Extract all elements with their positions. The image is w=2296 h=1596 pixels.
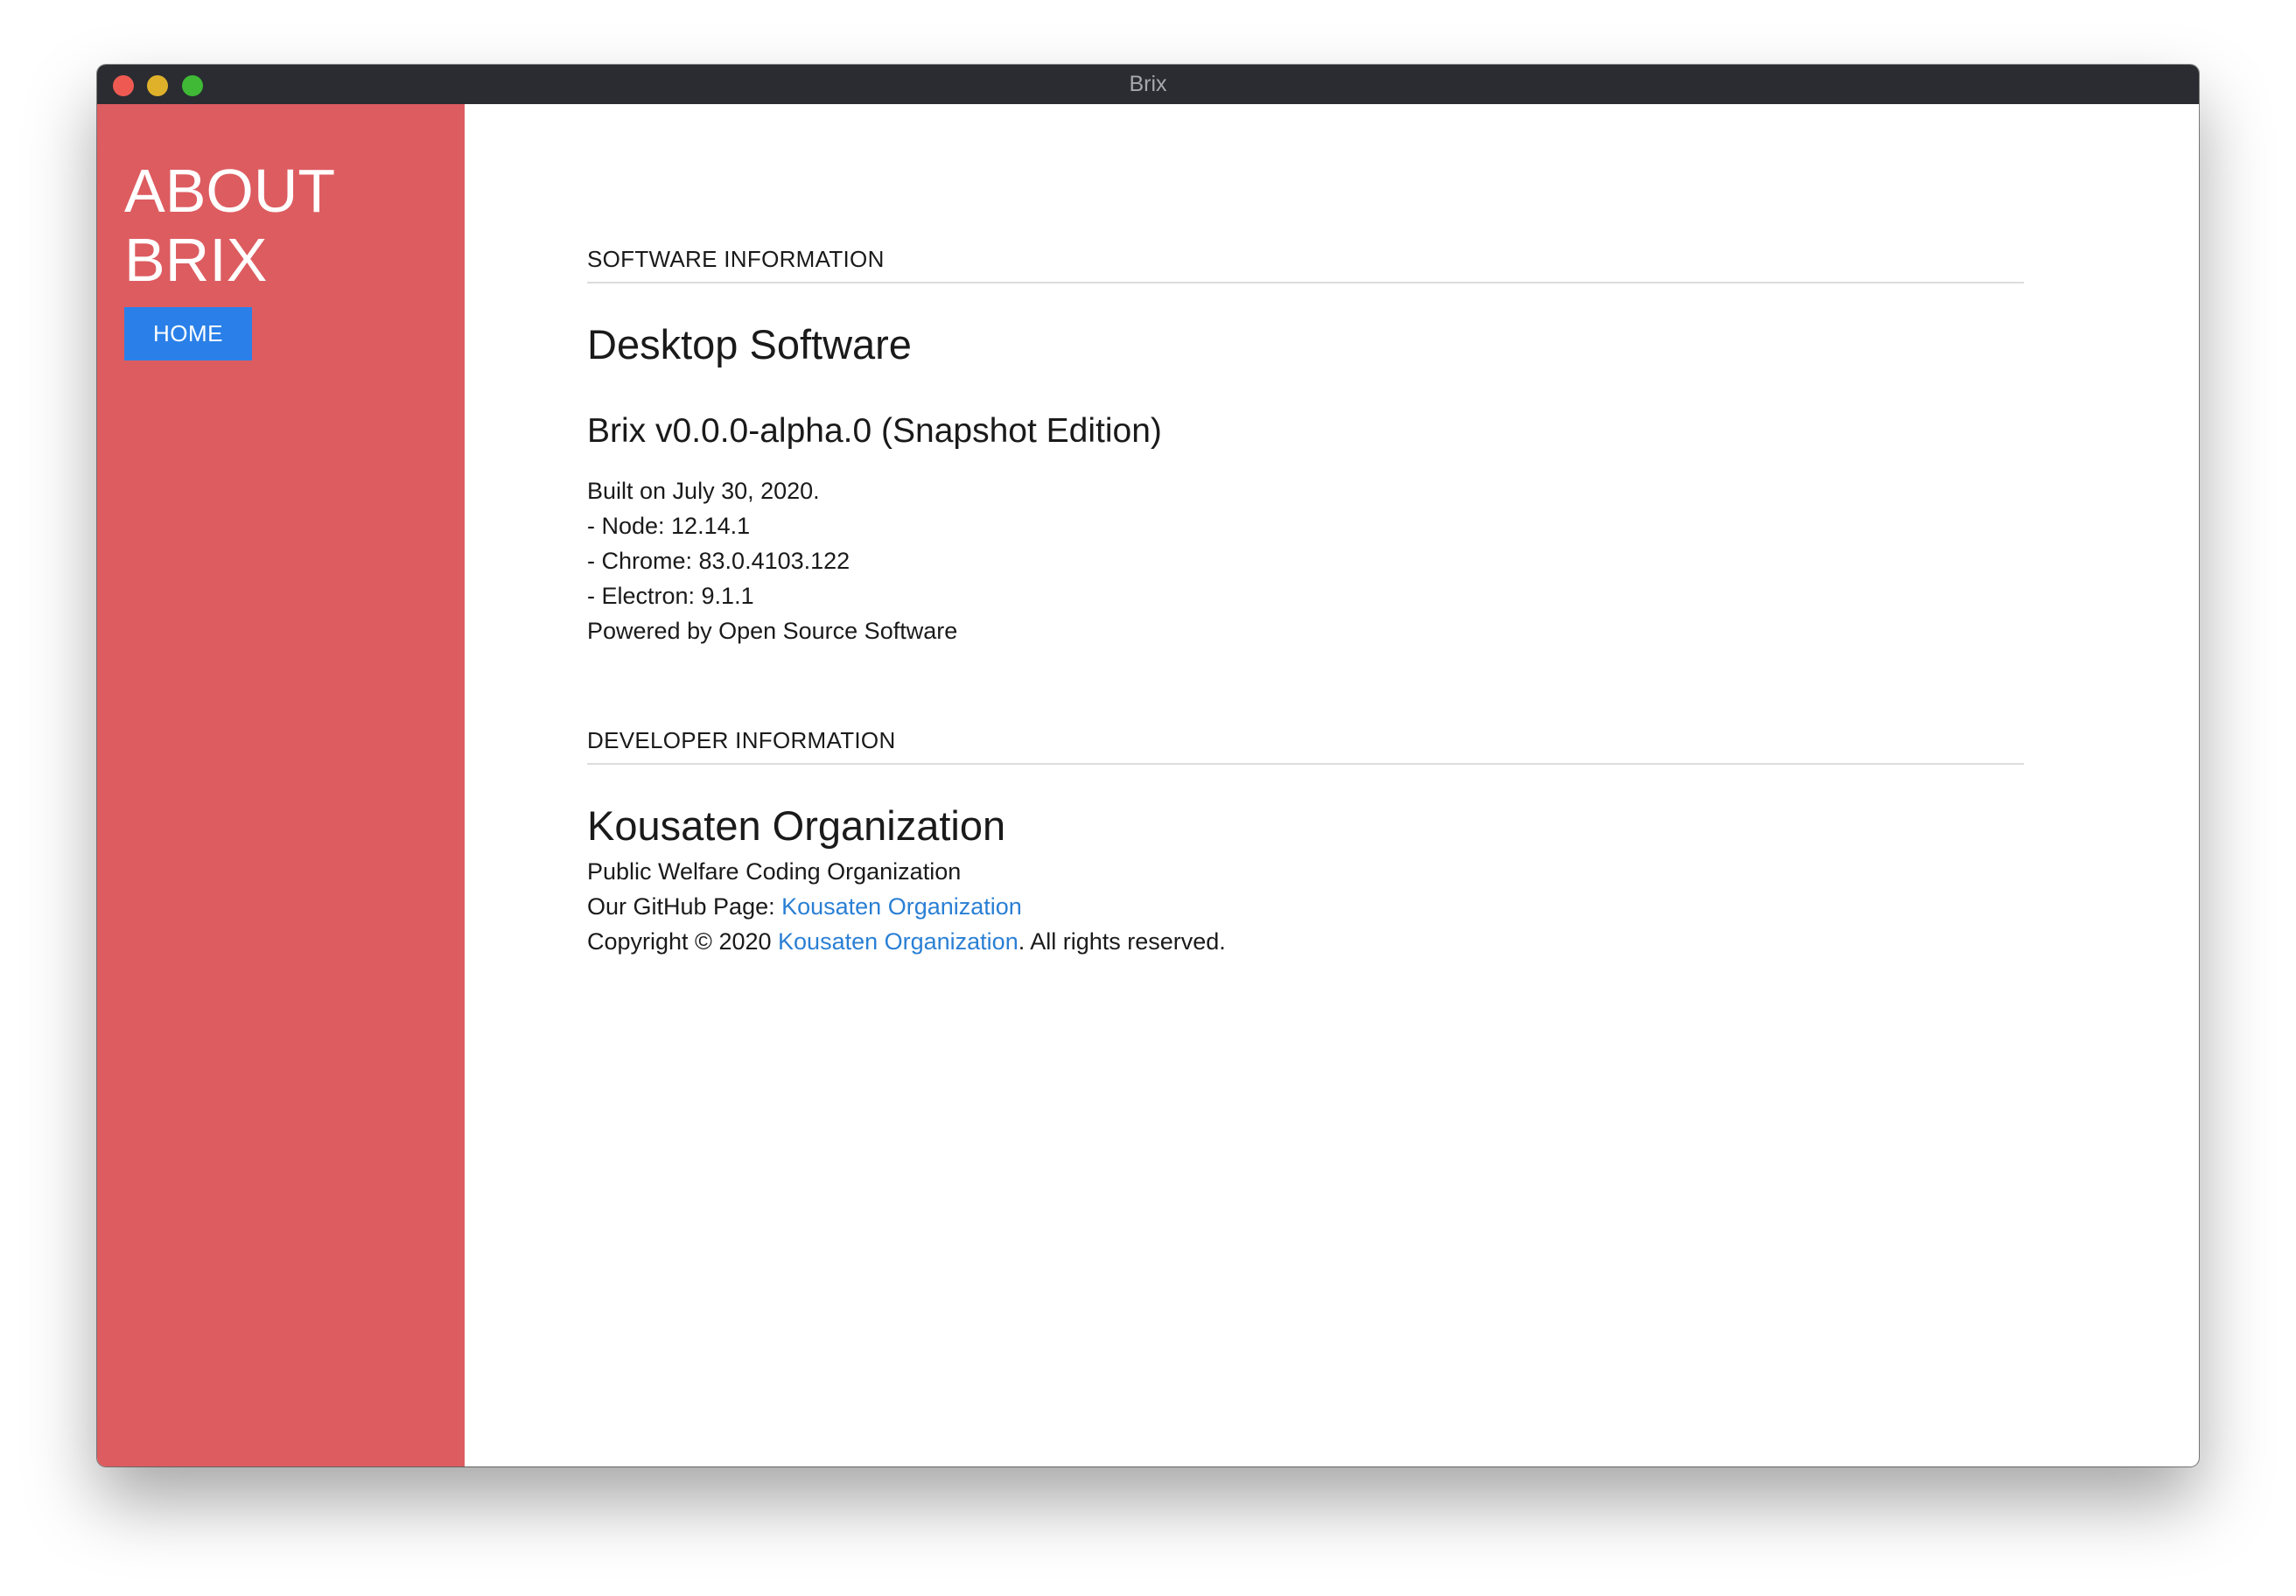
electron-version-text: - Electron: 9.1.1 xyxy=(587,583,754,609)
sidebar: ABOUT BRIX HOME xyxy=(97,104,465,1466)
sidebar-title-line-1: ABOUT xyxy=(124,157,336,225)
software-section-heading: SOFTWARE INFORMATION xyxy=(587,246,2024,284)
github-page-link[interactable]: Kousaten Organization xyxy=(781,893,1022,920)
node-version-text: - Node: 12.14.1 xyxy=(587,513,751,539)
github-page-prefix: Our GitHub Page: xyxy=(587,893,782,920)
copyright-suffix: . All rights reserved. xyxy=(1018,928,1226,955)
powered-by-text: Powered by Open Source Software xyxy=(587,618,958,644)
built-on-text: Built on July 30, 2020. xyxy=(587,478,820,504)
github-page-line: Our GitHub Page: Kousaten Organization xyxy=(587,893,1022,920)
sidebar-title: ABOUT BRIX xyxy=(124,157,335,295)
title-bar[interactable]: Brix xyxy=(97,65,2199,104)
software-version: Brix v0.0.0-alpha.0 (Snapshot Edition) xyxy=(587,412,1162,450)
developer-section-heading: DEVELOPER INFORMATION xyxy=(587,727,2024,765)
home-button[interactable]: HOME xyxy=(124,307,252,360)
sidebar-title-line-2: BRIX xyxy=(124,226,268,294)
window-title: Brix xyxy=(1129,72,1167,96)
developer-org-name: Kousaten Organization xyxy=(587,802,1006,849)
copyright-prefix: Copyright © 2020 xyxy=(587,928,779,955)
software-title: Desktop Software xyxy=(587,321,912,368)
copyright-org-link[interactable]: Kousaten Organization xyxy=(778,928,1018,955)
copyright-line: Copyright © 2020 Kousaten Organization. … xyxy=(587,928,1226,956)
developer-description: Public Welfare Coding Organization xyxy=(587,858,962,885)
app-window: Brix ABOUT BRIX HOME SOFTWARE INFORMATIO… xyxy=(97,65,2199,1466)
chrome-version-text: - Chrome: 83.0.4103.122 xyxy=(587,548,850,574)
